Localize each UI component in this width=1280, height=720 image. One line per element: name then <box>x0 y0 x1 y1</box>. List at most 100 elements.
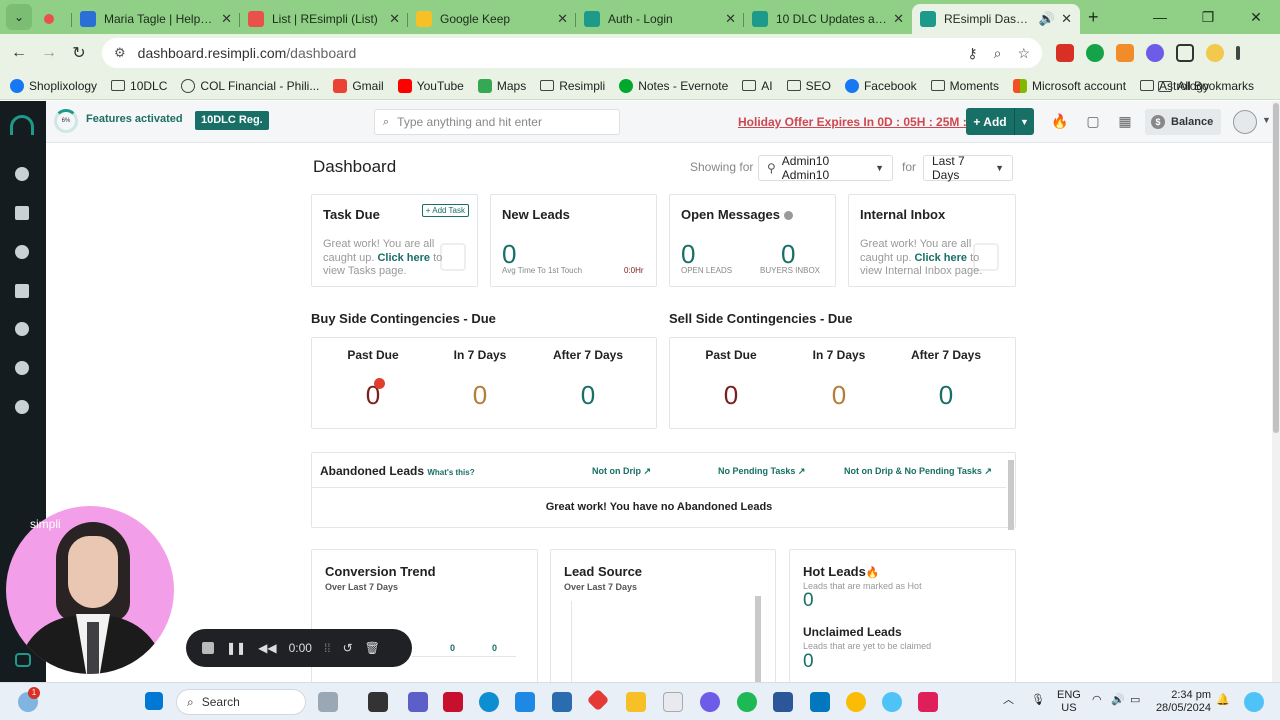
bookmark-microsoft[interactable]: Microsoft account <box>1013 78 1126 93</box>
abandoned-scrollbar[interactable] <box>1008 460 1014 530</box>
spotify-icon[interactable] <box>737 692 757 712</box>
gear-extension-icon[interactable] <box>1146 44 1164 62</box>
tab-2[interactable]: Google Keep ✕ <box>408 4 576 34</box>
progress-ring[interactable]: 6% <box>54 109 78 133</box>
bookmark-ai[interactable]: AI <box>742 79 773 93</box>
puzzle-icon[interactable] <box>1176 44 1194 62</box>
windows-start-icon[interactable] <box>145 692 163 710</box>
dollar-nav-icon[interactable] <box>15 400 29 414</box>
minimize-button[interactable]: — <box>1136 0 1184 34</box>
close-window-button[interactable]: ✕ <box>1232 0 1280 34</box>
tab-0[interactable]: Maria Tagle | Help Desk |✕ <box>72 4 240 34</box>
rewind-icon[interactable]: ◀◀ <box>258 641 276 655</box>
mcafee-icon[interactable] <box>443 692 463 712</box>
holiday-offer-link[interactable]: Holiday Offer Expires In 0D : 05H : 25M … <box>738 115 991 129</box>
task-view-icon[interactable] <box>368 692 388 712</box>
bookmark-10dlc[interactable]: 10DLC <box>111 79 167 93</box>
new-tab-button[interactable]: + <box>1088 7 1099 28</box>
inbox-click-here-link[interactable]: Click here <box>914 252 967 264</box>
hand-nav-icon[interactable] <box>15 245 29 259</box>
balance-button[interactable]: $ Balance <box>1145 109 1221 135</box>
calendar-icon[interactable]: ▦ <box>1115 111 1135 131</box>
tab-3[interactable]: Auth - Login ✕ <box>576 4 744 34</box>
widgets-icon[interactable] <box>318 692 338 712</box>
snipping-tool-icon[interactable] <box>663 692 683 712</box>
whats-this-link[interactable]: What's this? <box>427 468 474 477</box>
zoom-icon[interactable]: ⌕ <box>994 45 1002 62</box>
sell-past-due-value[interactable]: 0 <box>681 380 781 411</box>
close-icon[interactable]: ✕ <box>893 11 904 27</box>
unclaimed-leads-title[interactable]: Unclaimed Leads <box>803 625 902 639</box>
password-key-icon[interactable]: ⚷ <box>967 45 977 62</box>
bell-icon[interactable]: 🔔 <box>1216 694 1230 707</box>
unclaimed-leads-count[interactable]: 0 <box>803 651 814 673</box>
metamask-extension-icon[interactable] <box>1116 44 1134 62</box>
bookmark-gmail[interactable]: Gmail <box>333 78 384 93</box>
tab-recording[interactable] <box>36 4 72 34</box>
add-task-button[interactable]: + Add Task <box>421 204 469 217</box>
tasks-click-here-link[interactable]: Click here <box>377 252 430 264</box>
back-button[interactable]: ← <box>4 44 34 62</box>
file-explorer-icon[interactable] <box>626 692 646 712</box>
copilot-tray-icon[interactable] <box>1244 692 1264 712</box>
menu-kebab-icon[interactable] <box>1236 46 1240 60</box>
drag-grid-icon[interactable]: ⁞⁞ <box>324 641 331 655</box>
lead-source-scrollbar[interactable] <box>755 596 761 682</box>
store-icon[interactable] <box>515 692 535 712</box>
bookmark-star-icon[interactable]: ☆ <box>1017 45 1030 62</box>
tab-active[interactable]: REsimpli Dashboard🔊✕ <box>912 4 1080 34</box>
dashboard-nav-icon[interactable] <box>15 167 29 181</box>
trash-icon[interactable]: 🗑 <box>365 641 380 655</box>
notepad-icon[interactable] <box>773 692 793 712</box>
restore-button[interactable]: ❐ <box>1184 0 1232 34</box>
stop-icon[interactable] <box>202 642 214 654</box>
tab-search-button[interactable]: ⌄ <box>6 4 32 30</box>
slack-icon[interactable] <box>918 692 938 712</box>
clock[interactable]: 2:34 pm 28/05/2024 <box>1155 689 1211 715</box>
chevron-down-icon[interactable]: ▼ <box>1014 108 1034 135</box>
not-on-drip-no-tasks-link[interactable]: Not on Drip & No Pending Tasks ↗ <box>844 466 992 477</box>
megaphone-nav-icon[interactable] <box>15 206 29 220</box>
close-icon[interactable]: ✕ <box>389 11 400 27</box>
period-select[interactable]: Last 7 Days ▼ <box>923 154 1013 182</box>
bookmark-shoplixology[interactable]: Shoplixology <box>10 78 97 93</box>
anydesk-icon[interactable] <box>586 688 610 712</box>
grammarly-extension-icon[interactable] <box>1086 44 1104 62</box>
global-search-input[interactable]: ⌕ Type anything and hit enter <box>374 109 620 135</box>
tab-4[interactable]: 10 DLC Updates and FAQ✕ <box>744 4 912 34</box>
not-on-drip-link[interactable]: Not on Drip ↗ <box>592 466 651 477</box>
buy-after-7-value[interactable]: 0 <box>538 380 638 411</box>
tab-1[interactable]: List | REsimpli (List) ✕ <box>240 4 408 34</box>
bookmark-evernote[interactable]: Notes - Evernote <box>619 78 728 93</box>
home-nav-icon[interactable] <box>15 284 29 298</box>
no-pending-tasks-link[interactable]: No Pending Tasks ↗ <box>718 466 805 477</box>
close-icon[interactable]: ✕ <box>1061 11 1072 27</box>
bookmark-youtube[interactable]: YouTube <box>397 78 464 93</box>
features-activated[interactable]: Features activated <box>86 113 183 125</box>
reload-button[interactable]: ↻ <box>64 43 94 63</box>
page-scrollbar[interactable] <box>1272 101 1280 682</box>
microphone-icon[interactable]: 🎙 <box>1031 694 1045 707</box>
forward-button[interactable]: → <box>34 44 64 62</box>
open-messages-card[interactable]: Open Messages 0 OPEN LEADS 0 BUYERS INBO… <box>669 194 836 287</box>
bookmark-resimpli[interactable]: Resimpli <box>540 79 605 93</box>
resimpli-logo[interactable] <box>10 115 34 135</box>
address-bar[interactable]: ⚙ dashboard.resimpli.com/dashboard ⚷ ⌕ ☆ <box>102 38 1042 68</box>
user-select[interactable]: ⚲ Admin10 Admin10 ▼ <box>758 154 893 182</box>
info-icon[interactable] <box>783 211 793 221</box>
profile-avatar-icon[interactable] <box>1206 44 1224 62</box>
all-bookmarks[interactable]: All Bookmarks <box>1158 79 1254 93</box>
device-icon[interactable]: ▢ <box>1083 111 1103 131</box>
language-indicator[interactable]: ENG US <box>1057 689 1081 715</box>
photos-icon[interactable] <box>810 692 830 712</box>
edge-icon[interactable] <box>479 692 499 712</box>
user-nav-icon[interactable] <box>15 361 29 375</box>
10dlc-badge[interactable]: 10DLC Reg. <box>195 111 269 130</box>
wifi-icon[interactable]: ◠ <box>1092 694 1102 707</box>
volume-icon[interactable]: 🔊 <box>1111 694 1125 707</box>
settings-app-icon[interactable] <box>700 692 720 712</box>
bookmark-seo[interactable]: SEO <box>786 79 831 93</box>
teams-icon[interactable] <box>408 692 428 712</box>
taskbar-search[interactable]: ⌕ Search <box>176 689 306 715</box>
pdf-extension-icon[interactable] <box>1056 44 1074 62</box>
